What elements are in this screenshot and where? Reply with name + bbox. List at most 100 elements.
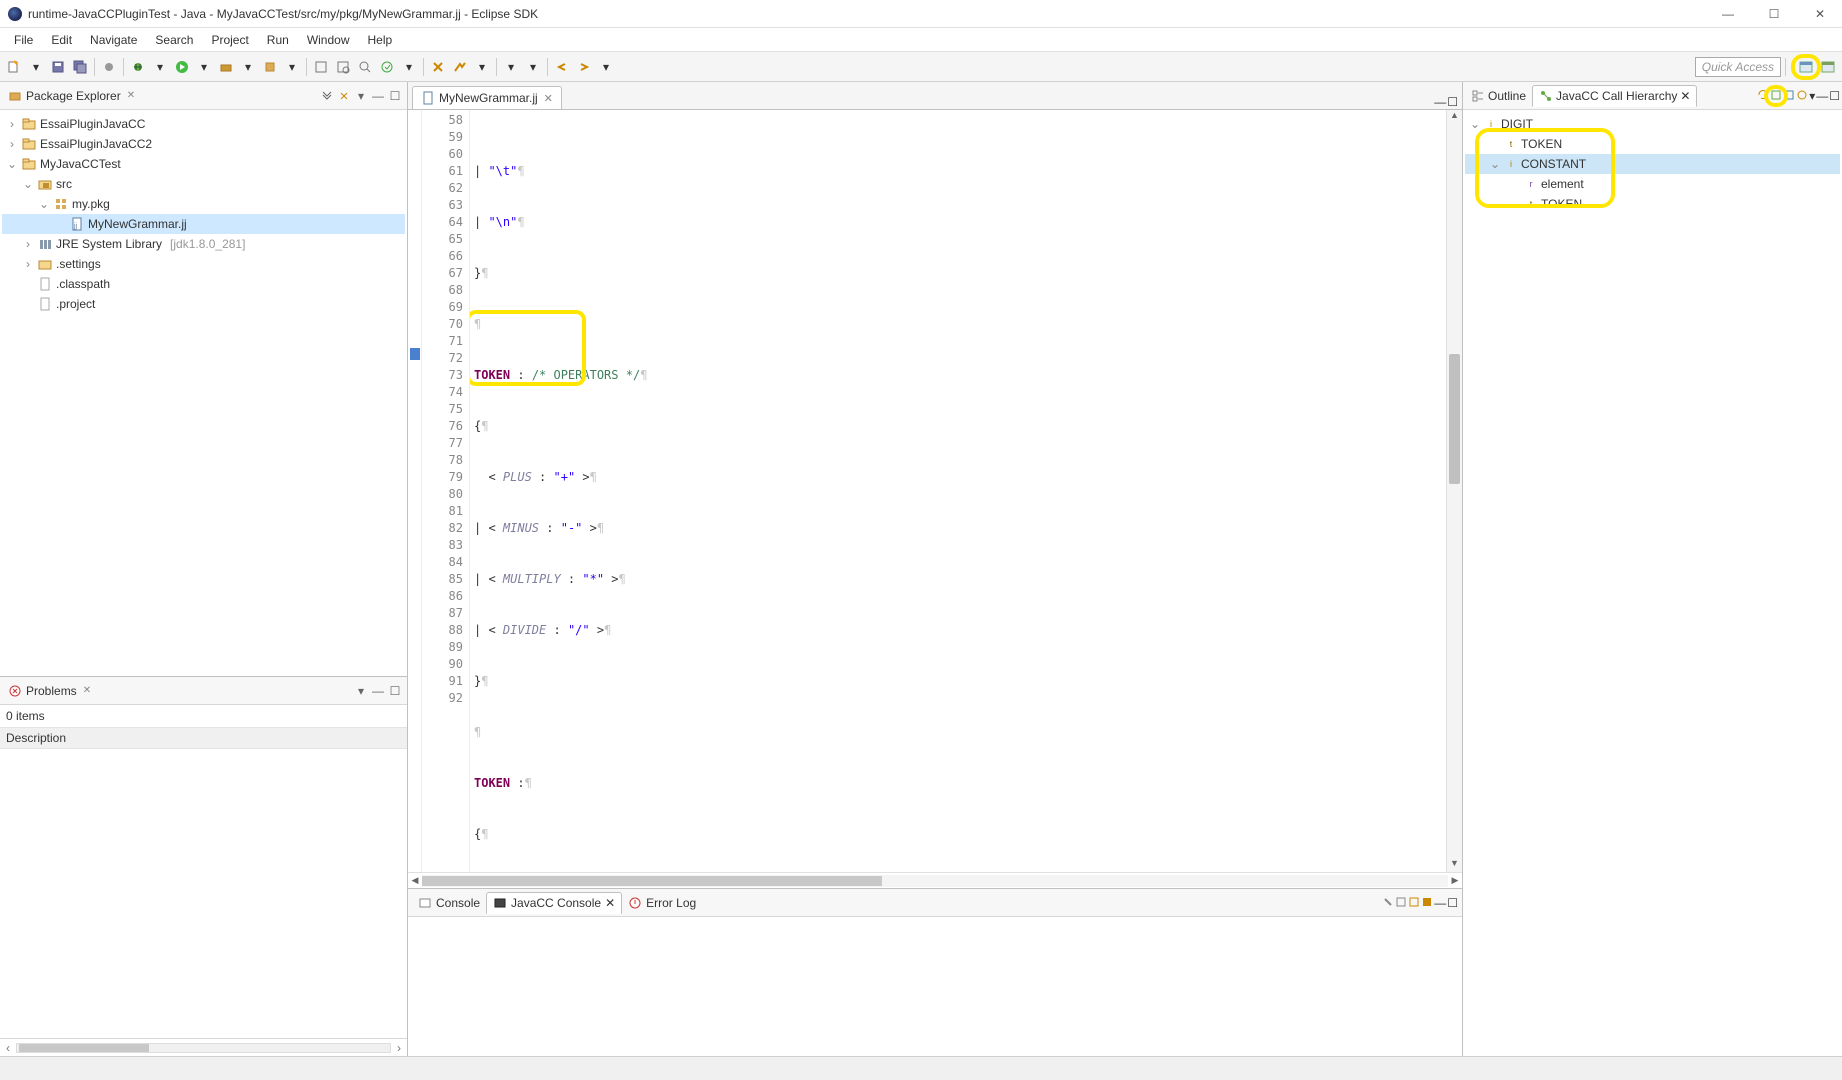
- editor-maximize-button[interactable]: ☐: [1447, 95, 1458, 109]
- jre-item[interactable]: ›JRE System Library[jdk1.8.0_281]: [2, 234, 405, 254]
- forward-dropdown[interactable]: ▾: [523, 57, 543, 77]
- new-button[interactable]: [4, 57, 24, 77]
- hscroll-thumb[interactable]: [422, 876, 882, 886]
- outline-callees-button[interactable]: [1783, 89, 1795, 103]
- console-tab[interactable]: Console: [412, 893, 486, 913]
- menu-run[interactable]: Run: [259, 31, 297, 49]
- collapse-all-button[interactable]: [319, 88, 335, 104]
- toggle-mark-button[interactable]: [428, 57, 448, 77]
- ext-tools-button[interactable]: [216, 57, 236, 77]
- search-button[interactable]: [355, 57, 375, 77]
- menu-help[interactable]: Help: [360, 31, 401, 49]
- project-item[interactable]: ›EssaiPluginJavaCC2: [2, 134, 405, 154]
- debug-button[interactable]: [128, 57, 148, 77]
- classpath-file-item[interactable]: .classpath: [2, 274, 405, 294]
- console-body[interactable]: [408, 916, 1462, 1056]
- scroll-right-icon[interactable]: ▶: [1448, 875, 1462, 886]
- problems-hscrollbar[interactable]: ‹ ›: [0, 1038, 407, 1056]
- vscroll-thumb[interactable]: [1449, 354, 1460, 484]
- console-new-button[interactable]: [1421, 896, 1433, 910]
- console-display-button[interactable]: [1395, 896, 1407, 910]
- problems-view-menu-button[interactable]: ▾: [353, 683, 369, 699]
- maximize-button[interactable]: ☐: [1760, 5, 1788, 23]
- next-edit-button[interactable]: [574, 57, 594, 77]
- outline-history-button[interactable]: [1796, 89, 1808, 103]
- code-editor[interactable]: | "\t"¶ | "\n"¶ }¶ ¶ TOKEN : /* OPERATOR…: [470, 110, 1446, 872]
- hierarchy-item[interactable]: tTOKEN: [1465, 194, 1840, 214]
- editor-tab-grammar[interactable]: MyNewGrammar.jj ✕: [412, 86, 562, 109]
- perspective-java-button[interactable]: [1796, 57, 1816, 77]
- console-maximize-button[interactable]: ☐: [1447, 896, 1458, 910]
- editor-tab-close-icon[interactable]: ✕: [544, 92, 553, 105]
- grammar-file-item[interactable]: jjMyNewGrammar.jj: [2, 214, 405, 234]
- minimize-button[interactable]: —: [1714, 5, 1742, 23]
- menu-navigate[interactable]: Navigate: [82, 31, 145, 49]
- call-hierarchy-tree[interactable]: ⌄iDIGIT tTOKEN ⌄iCONSTANT relement tTOKE…: [1463, 110, 1842, 1056]
- editor-area[interactable]: 58 59 60 61 62 63 64 65 66 67 68 69 70 7…: [408, 110, 1462, 872]
- console-minimize-button[interactable]: —: [1434, 896, 1446, 910]
- link-editor-button[interactable]: [336, 88, 352, 104]
- hierarchy-item[interactable]: tTOKEN: [1465, 134, 1840, 154]
- outline-minimize-button[interactable]: —: [1816, 89, 1828, 103]
- editor-vscrollbar[interactable]: ▲ ▼: [1446, 110, 1462, 872]
- outline-tab[interactable]: Outline: [1465, 86, 1532, 106]
- new-package-dropdown[interactable]: ▾: [282, 57, 302, 77]
- call-hierarchy-tab[interactable]: JavaCC Call Hierarchy ✕: [1532, 85, 1697, 107]
- menu-project[interactable]: Project: [203, 31, 256, 49]
- scroll-down-icon[interactable]: ▼: [1447, 858, 1462, 872]
- problems-maximize-button[interactable]: ☐: [387, 683, 403, 699]
- project-item[interactable]: ⌄MyJavaCCTest: [2, 154, 405, 174]
- perspective-plugin-button[interactable]: [1818, 57, 1838, 77]
- outline-view-menu-button[interactable]: ▾: [1809, 89, 1815, 103]
- menu-search[interactable]: Search: [147, 31, 201, 49]
- hierarchy-item[interactable]: ⌄iDIGIT: [1465, 114, 1840, 134]
- src-folder-item[interactable]: ⌄src: [2, 174, 405, 194]
- package-explorer-tree[interactable]: ›EssaiPluginJavaCC ›EssaiPluginJavaCC2 ⌄…: [0, 110, 407, 676]
- debug-dropdown[interactable]: ▾: [150, 57, 170, 77]
- menu-edit[interactable]: Edit: [43, 31, 80, 49]
- save-button[interactable]: [48, 57, 68, 77]
- skip-breakpoints-button[interactable]: [99, 57, 119, 77]
- run-dropdown[interactable]: ▾: [194, 57, 214, 77]
- javacc-console-tab[interactable]: JavaCC Console ✕: [486, 892, 622, 914]
- minimize-view-button[interactable]: —: [370, 88, 386, 104]
- save-all-button[interactable]: [70, 57, 90, 77]
- scroll-left-icon[interactable]: ◀: [408, 875, 422, 886]
- error-log-tab[interactable]: Error Log: [622, 893, 702, 913]
- run-button[interactable]: [172, 57, 192, 77]
- scroll-right-icon[interactable]: ›: [391, 1041, 407, 1055]
- line-number-gutter[interactable]: 58 59 60 61 62 63 64 65 66 67 68 69 70 7…: [422, 110, 470, 872]
- next-edit-dropdown[interactable]: ▾: [596, 57, 616, 77]
- outline-callers-button[interactable]: [1770, 89, 1782, 103]
- open-type-2-button[interactable]: [333, 57, 353, 77]
- new-dropdown[interactable]: ▾: [26, 57, 46, 77]
- open-task-dropdown[interactable]: ▾: [399, 57, 419, 77]
- menu-file[interactable]: File: [6, 31, 41, 49]
- toggle-block-dropdown[interactable]: ▾: [472, 57, 492, 77]
- last-edit-button[interactable]: [552, 57, 572, 77]
- project-item[interactable]: ›EssaiPluginJavaCC: [2, 114, 405, 134]
- project-file-item[interactable]: .project: [2, 294, 405, 314]
- package-explorer-close-icon[interactable]: ✕: [127, 90, 139, 102]
- outline-maximize-button[interactable]: ☐: [1829, 89, 1840, 103]
- scroll-thumb[interactable]: [19, 1044, 149, 1052]
- new-package-button[interactable]: [260, 57, 280, 77]
- marker-bar[interactable]: [408, 110, 422, 872]
- quick-access-input[interactable]: Quick Access: [1695, 57, 1781, 77]
- console-pin-button[interactable]: [1382, 896, 1394, 910]
- settings-folder-item[interactable]: ›.settings: [2, 254, 405, 274]
- editor-minimize-button[interactable]: —: [1434, 95, 1446, 109]
- maximize-view-button[interactable]: ☐: [387, 88, 403, 104]
- view-menu-button[interactable]: ▾: [353, 88, 369, 104]
- hierarchy-item[interactable]: relement: [1465, 174, 1840, 194]
- ext-tools-dropdown[interactable]: ▾: [238, 57, 258, 77]
- editor-hscrollbar[interactable]: ◀ ▶: [408, 872, 1462, 888]
- outline-refresh-button[interactable]: [1757, 89, 1769, 103]
- open-task-button[interactable]: [377, 57, 397, 77]
- call-hierarchy-close-icon[interactable]: ✕: [1680, 89, 1690, 103]
- scroll-left-icon[interactable]: ‹: [0, 1041, 16, 1055]
- package-item[interactable]: ⌄my.pkg: [2, 194, 405, 214]
- problems-minimize-button[interactable]: —: [370, 683, 386, 699]
- close-button[interactable]: ✕: [1806, 5, 1834, 23]
- toggle-block-button[interactable]: [450, 57, 470, 77]
